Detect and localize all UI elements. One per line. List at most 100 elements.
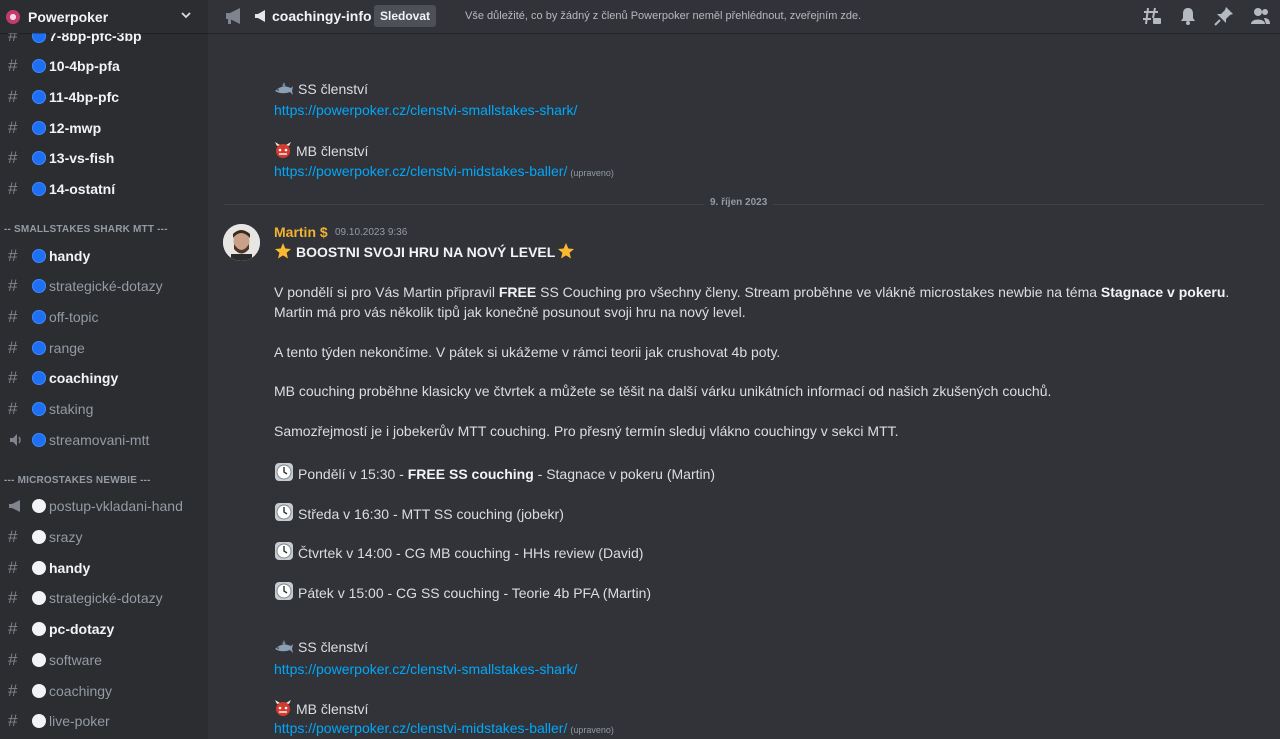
channel-label: coachingy: [49, 683, 113, 699]
sidebar-channel-coachingy[interactable]: # coachingy: [0, 365, 208, 391]
clock-icon: [275, 463, 293, 481]
follow-button[interactable]: Sledovat: [374, 5, 437, 27]
message-paragraph-4: MB couching proběhne klasicky ve čtvrtek…: [274, 383, 1052, 399]
white-circle-icon: [32, 622, 46, 636]
sidebar-channel-range[interactable]: # range: [0, 335, 208, 361]
server-header[interactable]: Powerpoker: [0, 0, 208, 33]
blue-circle-icon: [32, 402, 46, 416]
hash-icon: #: [8, 681, 18, 700]
sidebar-channel-live-poker[interactable]: # live-poker: [0, 708, 208, 734]
chevron-down-icon[interactable]: [180, 9, 192, 21]
ss-membership-label: SS členství: [298, 81, 369, 97]
star-icon: [275, 243, 291, 259]
clock-icon: [275, 582, 293, 600]
channel-label: 10-4bp-pfa: [49, 58, 120, 74]
mb-membership-link[interactable]: https://powerpoker.cz/clenstvi-midstakes…: [274, 163, 567, 179]
white-circle-icon: [32, 499, 46, 513]
ss-membership-link[interactable]: https://powerpoker.cz/clenstvi-smallstak…: [274, 661, 577, 677]
sidebar-channel-staking[interactable]: # staking: [0, 396, 208, 422]
blue-circle-icon: [32, 310, 46, 324]
mb-membership-label: MB členství: [296, 701, 369, 717]
text-run: Čtvrtek v 14:00 - CG MB couching - HHs r…: [298, 545, 644, 561]
channel-label: 12-mwp: [49, 120, 102, 136]
sidebar-channel-srazy[interactable]: # srazy: [0, 524, 208, 550]
bell-icon[interactable]: [1178, 6, 1198, 26]
pin-icon[interactable]: [1214, 6, 1234, 26]
channel-label: 13-vs-fish: [49, 150, 115, 166]
sidebar-channel-12-mwp[interactable]: # 12-mwp: [0, 115, 208, 141]
sidebar-channel-coachingy-newbie[interactable]: # coachingy: [0, 678, 208, 704]
schedule-item-1: Pondělí v 15:30 - FREE SS couching - Sta…: [274, 462, 715, 482]
sidebar-channel-postup-vkladani-hand[interactable]: postup-vkladani-hand: [0, 493, 208, 519]
ss-membership-link[interactable]: https://powerpoker.cz/clenstvi-smallstak…: [274, 102, 577, 118]
sidebar-channel-streamovani-mtt[interactable]: streamovani-mtt: [0, 427, 208, 453]
sidebar-channel-handy-newbie[interactable]: # handy: [0, 555, 208, 581]
category-smallstakes-shark[interactable]: -- SMALLSTAKES SHARK MTT ---: [0, 224, 208, 235]
hash-icon: #: [8, 276, 18, 295]
sidebar-channel-11-4bp-pfc[interactable]: # 11-4bp-pfc: [0, 84, 208, 110]
hash-icon: #: [8, 246, 18, 265]
ogre-icon: [275, 700, 291, 716]
blue-circle-icon: [32, 121, 46, 135]
channel-label: srazy: [49, 529, 83, 545]
schedule-item-3: Čtvrtek v 14:00 - CG MB couching - HHs r…: [274, 541, 643, 561]
channel-label: staking: [49, 401, 94, 417]
message-author[interactable]: Martin $: [274, 224, 328, 240]
schedule-item-4: Pátek v 15:00 - CG SS couching - Teorie …: [274, 581, 651, 601]
server-logo-icon: [6, 9, 20, 24]
channel-label: range: [49, 340, 85, 356]
message-timestamp[interactable]: 09.10.2023 9:36: [335, 227, 407, 238]
text-run: Pondělí v 15:30 -: [298, 466, 408, 482]
avatar[interactable]: [223, 224, 260, 261]
sidebar-channel-handy[interactable]: # handy: [0, 243, 208, 269]
message-headline: BOOSTNI SVOJI HRU NA NOVÝ LEVEL: [296, 244, 556, 260]
white-circle-icon: [32, 714, 46, 728]
sidebar-channel-software[interactable]: # software: [0, 647, 208, 673]
ogre-icon: [275, 142, 291, 158]
mb-membership-link[interactable]: https://powerpoker.cz/clenstvi-midstakes…: [274, 720, 567, 736]
blue-circle-icon: [32, 341, 46, 355]
sidebar-channel-strategicke-dotazy[interactable]: # strategické-dotazy: [0, 273, 208, 299]
edited-marker: (upraveno): [570, 725, 614, 735]
text-run: SS Couching pro všechny členy. Stream pr…: [536, 284, 1101, 300]
hash-icon: #: [8, 148, 18, 167]
loudspeaker-emoji-icon: [255, 10, 265, 22]
hash-icon: #: [8, 87, 18, 106]
sidebar-channel-off-topic[interactable]: # off-topic: [0, 304, 208, 330]
channel-label: live-poker: [49, 713, 110, 729]
channel-label: 14-ostatní: [49, 181, 116, 197]
star-icon: [558, 243, 575, 259]
white-circle-icon: [32, 653, 46, 667]
members-icon[interactable]: [1250, 6, 1270, 26]
blue-circle-icon: [32, 249, 46, 263]
channel-title: coachingy-info: [272, 8, 372, 24]
white-circle-icon: [32, 684, 46, 698]
hash-icon: #: [8, 368, 18, 387]
prev-ss-label-row: SS členství: [274, 81, 368, 97]
sidebar-channel-pc-dotazy[interactable]: # pc-dotazy: [0, 616, 208, 642]
sidebar-channel-14-ostatni[interactable]: # 14-ostatní: [0, 176, 208, 202]
server-name: Powerpoker: [28, 8, 109, 25]
speaker-icon: [10, 434, 21, 446]
sidebar-channel-10-4bp-pfa[interactable]: # 10-4bp-pfa: [0, 53, 208, 79]
channel-topic[interactable]: Vše důležité, co by žádný z členů Powerp…: [465, 10, 861, 22]
bold-run: FREE: [498, 284, 537, 300]
mb-membership-label: MB členství: [296, 143, 369, 159]
channel-label: software: [49, 652, 102, 668]
bold-run: FREE SS couching: [407, 466, 534, 482]
sidebar-channel-strategicke-dotazy-newbie[interactable]: # strategické-dotazy: [0, 585, 208, 611]
message-list[interactable]: SS členství https://powerpoker.cz/clenst…: [208, 33, 1280, 739]
blue-circle-icon: [32, 279, 46, 293]
channel-label: coachingy: [49, 370, 119, 386]
blue-circle-icon: [32, 59, 46, 73]
text-run: V pondělí si pro Vás Martin připravil: [274, 284, 499, 300]
date-divider: 9. říjen 2023: [704, 197, 774, 208]
channel-label: pc-dotazy: [49, 621, 115, 637]
channel-label: postup-vkladani-hand: [49, 498, 183, 514]
bold-run: Stagnace v pokeru: [1100, 284, 1226, 300]
blue-circle-icon: [32, 90, 46, 104]
category-microstakes-newbie[interactable]: --- MICROSTAKES NEWBIE ---: [0, 475, 208, 486]
sidebar-channel-13-vs-fish[interactable]: # 13-vs-fish: [0, 145, 208, 171]
channel-header: coachingy-info Sledovat Vše důležité, co…: [208, 0, 1280, 33]
threads-icon[interactable]: [1142, 6, 1162, 26]
